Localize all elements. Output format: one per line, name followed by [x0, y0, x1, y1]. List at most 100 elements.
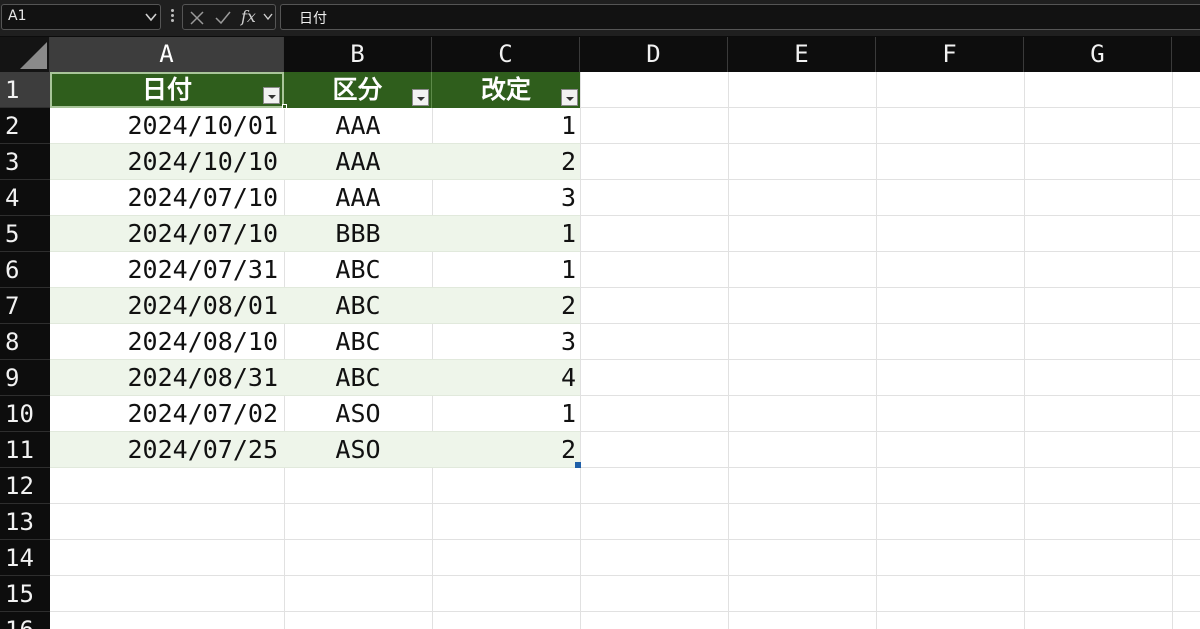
- row-header[interactable]: 15: [0, 576, 50, 612]
- table-row: 2024/10/10 AAA 2: [50, 144, 580, 180]
- table-header-row: 日付 区分 改定: [50, 72, 580, 109]
- row-header[interactable]: 8: [0, 324, 50, 360]
- table-row: 2024/07/10 BBB 1: [50, 216, 580, 252]
- gridline: [1024, 72, 1025, 629]
- table-row: 2024/07/25 ASO 2: [50, 432, 580, 468]
- table-resize-handle[interactable]: [575, 462, 581, 468]
- row-headers: 1 2 3 4 5 6 7 8 9 10 11 12 13 14 15 16: [0, 72, 50, 629]
- gridline: [50, 539, 1200, 540]
- row-header[interactable]: 5: [0, 216, 50, 252]
- table-row: 2024/07/02 ASO 1: [50, 396, 580, 432]
- cell-revision[interactable]: 2: [432, 432, 580, 468]
- column-headers: A B C D E F G: [50, 37, 1200, 72]
- cell-date[interactable]: 2024/07/02: [50, 396, 284, 432]
- row-header[interactable]: 10: [0, 396, 50, 432]
- cell-date[interactable]: 2024/08/10: [50, 324, 284, 360]
- select-all-icon: [20, 42, 47, 69]
- fx-icon[interactable]: fx: [241, 7, 256, 26]
- chevron-down-icon[interactable]: [145, 12, 157, 22]
- gridline: [50, 575, 1200, 576]
- cell-category[interactable]: AAA: [284, 144, 432, 180]
- cell-date[interactable]: 2024/07/10: [50, 180, 284, 216]
- cancel-icon[interactable]: [190, 11, 204, 25]
- cell-category[interactable]: ABC: [284, 288, 432, 324]
- row-header[interactable]: 14: [0, 540, 50, 576]
- row-header[interactable]: 13: [0, 504, 50, 540]
- cell-date[interactable]: 2024/07/10: [50, 216, 284, 252]
- gridline: [728, 72, 729, 629]
- cell-revision[interactable]: 4: [432, 360, 580, 396]
- gridline: [1172, 72, 1173, 629]
- cell-revision[interactable]: 1: [432, 396, 580, 432]
- table-row: 2024/07/31 ABC 1: [50, 252, 580, 288]
- cell-date[interactable]: 2024/10/10: [50, 144, 284, 180]
- row-header[interactable]: 11: [0, 432, 50, 468]
- cell-date[interactable]: 2024/08/01: [50, 288, 284, 324]
- table-row: 2024/08/01 ABC 2: [50, 288, 580, 324]
- cell-revision[interactable]: 1: [432, 108, 580, 144]
- filter-dropdown-icon[interactable]: [412, 89, 429, 106]
- cell-category[interactable]: ASO: [284, 432, 432, 468]
- row-header[interactable]: 7: [0, 288, 50, 324]
- table-header-revision[interactable]: 改定: [432, 72, 580, 108]
- cell-date[interactable]: 2024/07/31: [50, 252, 284, 288]
- table-header-label: 日付: [141, 75, 192, 104]
- chevron-down-icon[interactable]: [263, 13, 273, 21]
- column-header-g[interactable]: G: [1024, 37, 1172, 72]
- cell-revision[interactable]: 3: [432, 324, 580, 360]
- table-header-date[interactable]: 日付: [50, 72, 284, 108]
- row-header[interactable]: 12: [0, 468, 50, 504]
- gridline: [50, 503, 1200, 504]
- row-header[interactable]: 1: [0, 72, 50, 108]
- row-header[interactable]: 6: [0, 252, 50, 288]
- cell-revision[interactable]: 2: [432, 144, 580, 180]
- row-header[interactable]: 9: [0, 360, 50, 396]
- table-header-label: 区分: [332, 75, 383, 104]
- name-box-value: A1: [8, 8, 27, 24]
- filter-dropdown-icon[interactable]: [561, 89, 578, 106]
- column-header-f[interactable]: F: [876, 37, 1024, 72]
- cell-revision[interactable]: 1: [432, 252, 580, 288]
- table-row: 2024/08/31 ABC 4: [50, 360, 580, 396]
- cell-category[interactable]: ABC: [284, 360, 432, 396]
- column-header-c[interactable]: C: [432, 37, 580, 72]
- select-all-button[interactable]: [0, 37, 50, 72]
- gridline: [580, 72, 581, 629]
- column-header-e[interactable]: E: [728, 37, 876, 72]
- column-header-d[interactable]: D: [580, 37, 728, 72]
- row-header[interactable]: 3: [0, 144, 50, 180]
- gridline: [50, 611, 1200, 612]
- column-header-b[interactable]: B: [284, 37, 432, 72]
- cell-category[interactable]: ABC: [284, 324, 432, 360]
- cell-category[interactable]: AAA: [284, 180, 432, 216]
- enter-icon[interactable]: [215, 11, 231, 25]
- cell-revision[interactable]: 3: [432, 180, 580, 216]
- name-box[interactable]: A1: [1, 4, 161, 30]
- column-header-a[interactable]: A: [50, 37, 284, 72]
- cell-category[interactable]: AAA: [284, 108, 432, 144]
- cell-category[interactable]: ABC: [284, 252, 432, 288]
- cell-grid[interactable]: 日付 区分 改定 2024/10/01 AAA 1 2024/10/10 AAA…: [50, 72, 1200, 629]
- table-row: 2024/07/10 AAA 3: [50, 180, 580, 216]
- table-header-label: 改定: [480, 75, 531, 104]
- cell-date[interactable]: 2024/10/01: [50, 108, 284, 144]
- table-row: 2024/08/10 ABC 3: [50, 324, 580, 360]
- gridline: [876, 72, 877, 629]
- formula-actions: fx: [182, 4, 276, 30]
- row-header[interactable]: 4: [0, 180, 50, 216]
- formula-content: 日付: [299, 11, 327, 27]
- formula-input[interactable]: 日付: [280, 4, 1200, 30]
- row-header[interactable]: 16: [0, 612, 50, 629]
- cell-revision[interactable]: 2: [432, 288, 580, 324]
- filter-dropdown-icon[interactable]: [263, 87, 280, 104]
- cell-date[interactable]: 2024/08/31: [50, 360, 284, 396]
- table-row: 2024/10/01 AAA 1: [50, 108, 580, 144]
- more-options-icon[interactable]: [168, 7, 176, 27]
- row-header[interactable]: 2: [0, 108, 50, 144]
- formula-bar: A1 fx 日付: [0, 0, 1200, 37]
- cell-revision[interactable]: 1: [432, 216, 580, 252]
- cell-category[interactable]: BBB: [284, 216, 432, 252]
- cell-category[interactable]: ASO: [284, 396, 432, 432]
- table-header-category[interactable]: 区分: [284, 72, 432, 108]
- cell-date[interactable]: 2024/07/25: [50, 432, 284, 468]
